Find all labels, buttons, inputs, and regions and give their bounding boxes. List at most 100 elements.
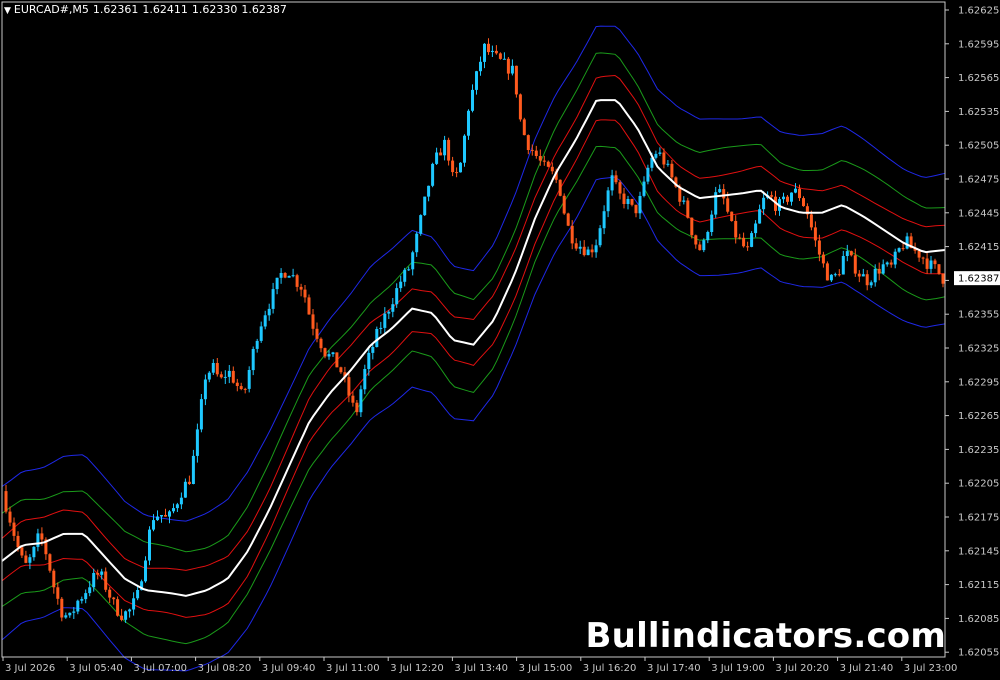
time-tick-label: 3 Jul 21:40 [840, 663, 894, 674]
candle-body [459, 162, 462, 173]
candle-body [223, 376, 227, 378]
candle-body [283, 273, 287, 278]
candle-body [355, 402, 359, 413]
price-tick-label: 1.62445 [958, 208, 999, 219]
price-tick-label: 1.62175 [958, 513, 999, 524]
candle-body [610, 175, 614, 191]
candle-body [837, 274, 841, 276]
candle-body [427, 185, 431, 197]
candle-body [746, 246, 750, 248]
price-tick-label: 1.62355 [958, 310, 999, 321]
candle-body [231, 370, 235, 383]
candle-body [518, 94, 522, 120]
candle-body [590, 249, 594, 253]
time-tick-label: 3 Jul 11:00 [326, 663, 380, 674]
candle-body [726, 198, 730, 212]
candle-body [817, 240, 821, 255]
candle-body [542, 160, 546, 162]
candle-body [379, 327, 383, 329]
candle-body [734, 221, 738, 238]
candle-body [431, 163, 435, 186]
time-tick-label: 3 Jul 13:40 [454, 663, 508, 674]
candle-body [191, 455, 195, 484]
candle-body [718, 189, 722, 193]
candle-body [642, 181, 646, 196]
candle-body [841, 256, 845, 275]
candle-body [475, 71, 478, 90]
candle-body [32, 546, 36, 558]
price-tick-label: 1.62205 [958, 479, 999, 490]
candle-body [917, 250, 921, 258]
candle-body [798, 188, 801, 199]
chart-axes: 1.62625 1.62595 1.62565 1.62535 1.62505 1.624… [1, 1, 1000, 674]
candle-body [638, 196, 642, 214]
candle-body [351, 395, 355, 403]
candle-body [813, 227, 817, 241]
candle-body [407, 269, 411, 271]
price-tick-label: 1.62595 [958, 39, 999, 50]
candle-body [574, 243, 578, 249]
candle-body [136, 590, 140, 599]
candle-body [722, 189, 726, 199]
candle-body [754, 223, 758, 234]
candle-body [84, 593, 88, 600]
candle-body [64, 615, 68, 618]
candle-body [435, 152, 439, 164]
candle-body [483, 43, 486, 62]
candle-body [215, 363, 219, 375]
time-tick-label: 3 Jul 07:00 [133, 663, 187, 674]
candle-body [323, 348, 327, 357]
candle-body [626, 199, 630, 204]
candle-body [845, 251, 849, 256]
candle-body [881, 264, 885, 274]
candle-body [80, 599, 84, 601]
candle-body [622, 193, 626, 204]
candle-body [510, 65, 514, 74]
time-tick-label: 3 Jul 15:00 [519, 663, 573, 674]
candle-body [303, 289, 307, 298]
price-tick-label: 1.62115 [958, 580, 999, 591]
candle-body [670, 163, 674, 178]
candle-body [335, 352, 339, 368]
candle-body [259, 326, 263, 341]
candle-body [311, 314, 315, 329]
candle-body [40, 533, 44, 540]
candle-body [809, 214, 813, 228]
candle-body [124, 611, 128, 620]
candle-body [207, 372, 211, 380]
candle-body [658, 152, 662, 154]
candle-body [494, 50, 498, 54]
band-2-up [1, 52, 946, 553]
dropdown-triangle-icon[interactable]: ▼ [4, 6, 11, 16]
price-tick-label: 1.62235 [958, 445, 999, 456]
candle-body [694, 235, 698, 245]
candle-body [164, 515, 167, 517]
moving-average-line [1, 99, 946, 597]
candle-body [152, 520, 155, 530]
price-chart[interactable]: 1.62625 1.62595 1.62565 1.62535 1.62505 1.624… [0, 0, 1000, 680]
candle-body [411, 252, 415, 270]
time-tick-label: 3 Jul 23:00 [904, 663, 958, 674]
candle-body [861, 274, 865, 277]
candle-body [168, 511, 171, 517]
candle-body [897, 248, 901, 252]
time-tick-label: 3 Jul 08:20 [198, 663, 252, 674]
time-tick-label: 3 Jul 16:20 [583, 663, 637, 674]
candle-body [239, 386, 243, 389]
candle-body [802, 198, 805, 207]
price-tick-label: 1.62265 [958, 411, 999, 422]
candle-body [578, 246, 582, 249]
candle-body [570, 225, 574, 244]
candle-body [267, 308, 271, 316]
candle-body [92, 573, 96, 588]
candle-body [654, 153, 658, 158]
candle-body [391, 304, 395, 312]
price-tick-label: 1.62625 [958, 6, 999, 17]
candle-body [271, 289, 275, 309]
candle-body [467, 110, 470, 136]
ohlc-close: 1.62387 [241, 3, 287, 16]
candle-body [758, 209, 762, 224]
candle-body [901, 248, 905, 250]
candle-body [698, 244, 702, 251]
candle-body [853, 255, 857, 274]
